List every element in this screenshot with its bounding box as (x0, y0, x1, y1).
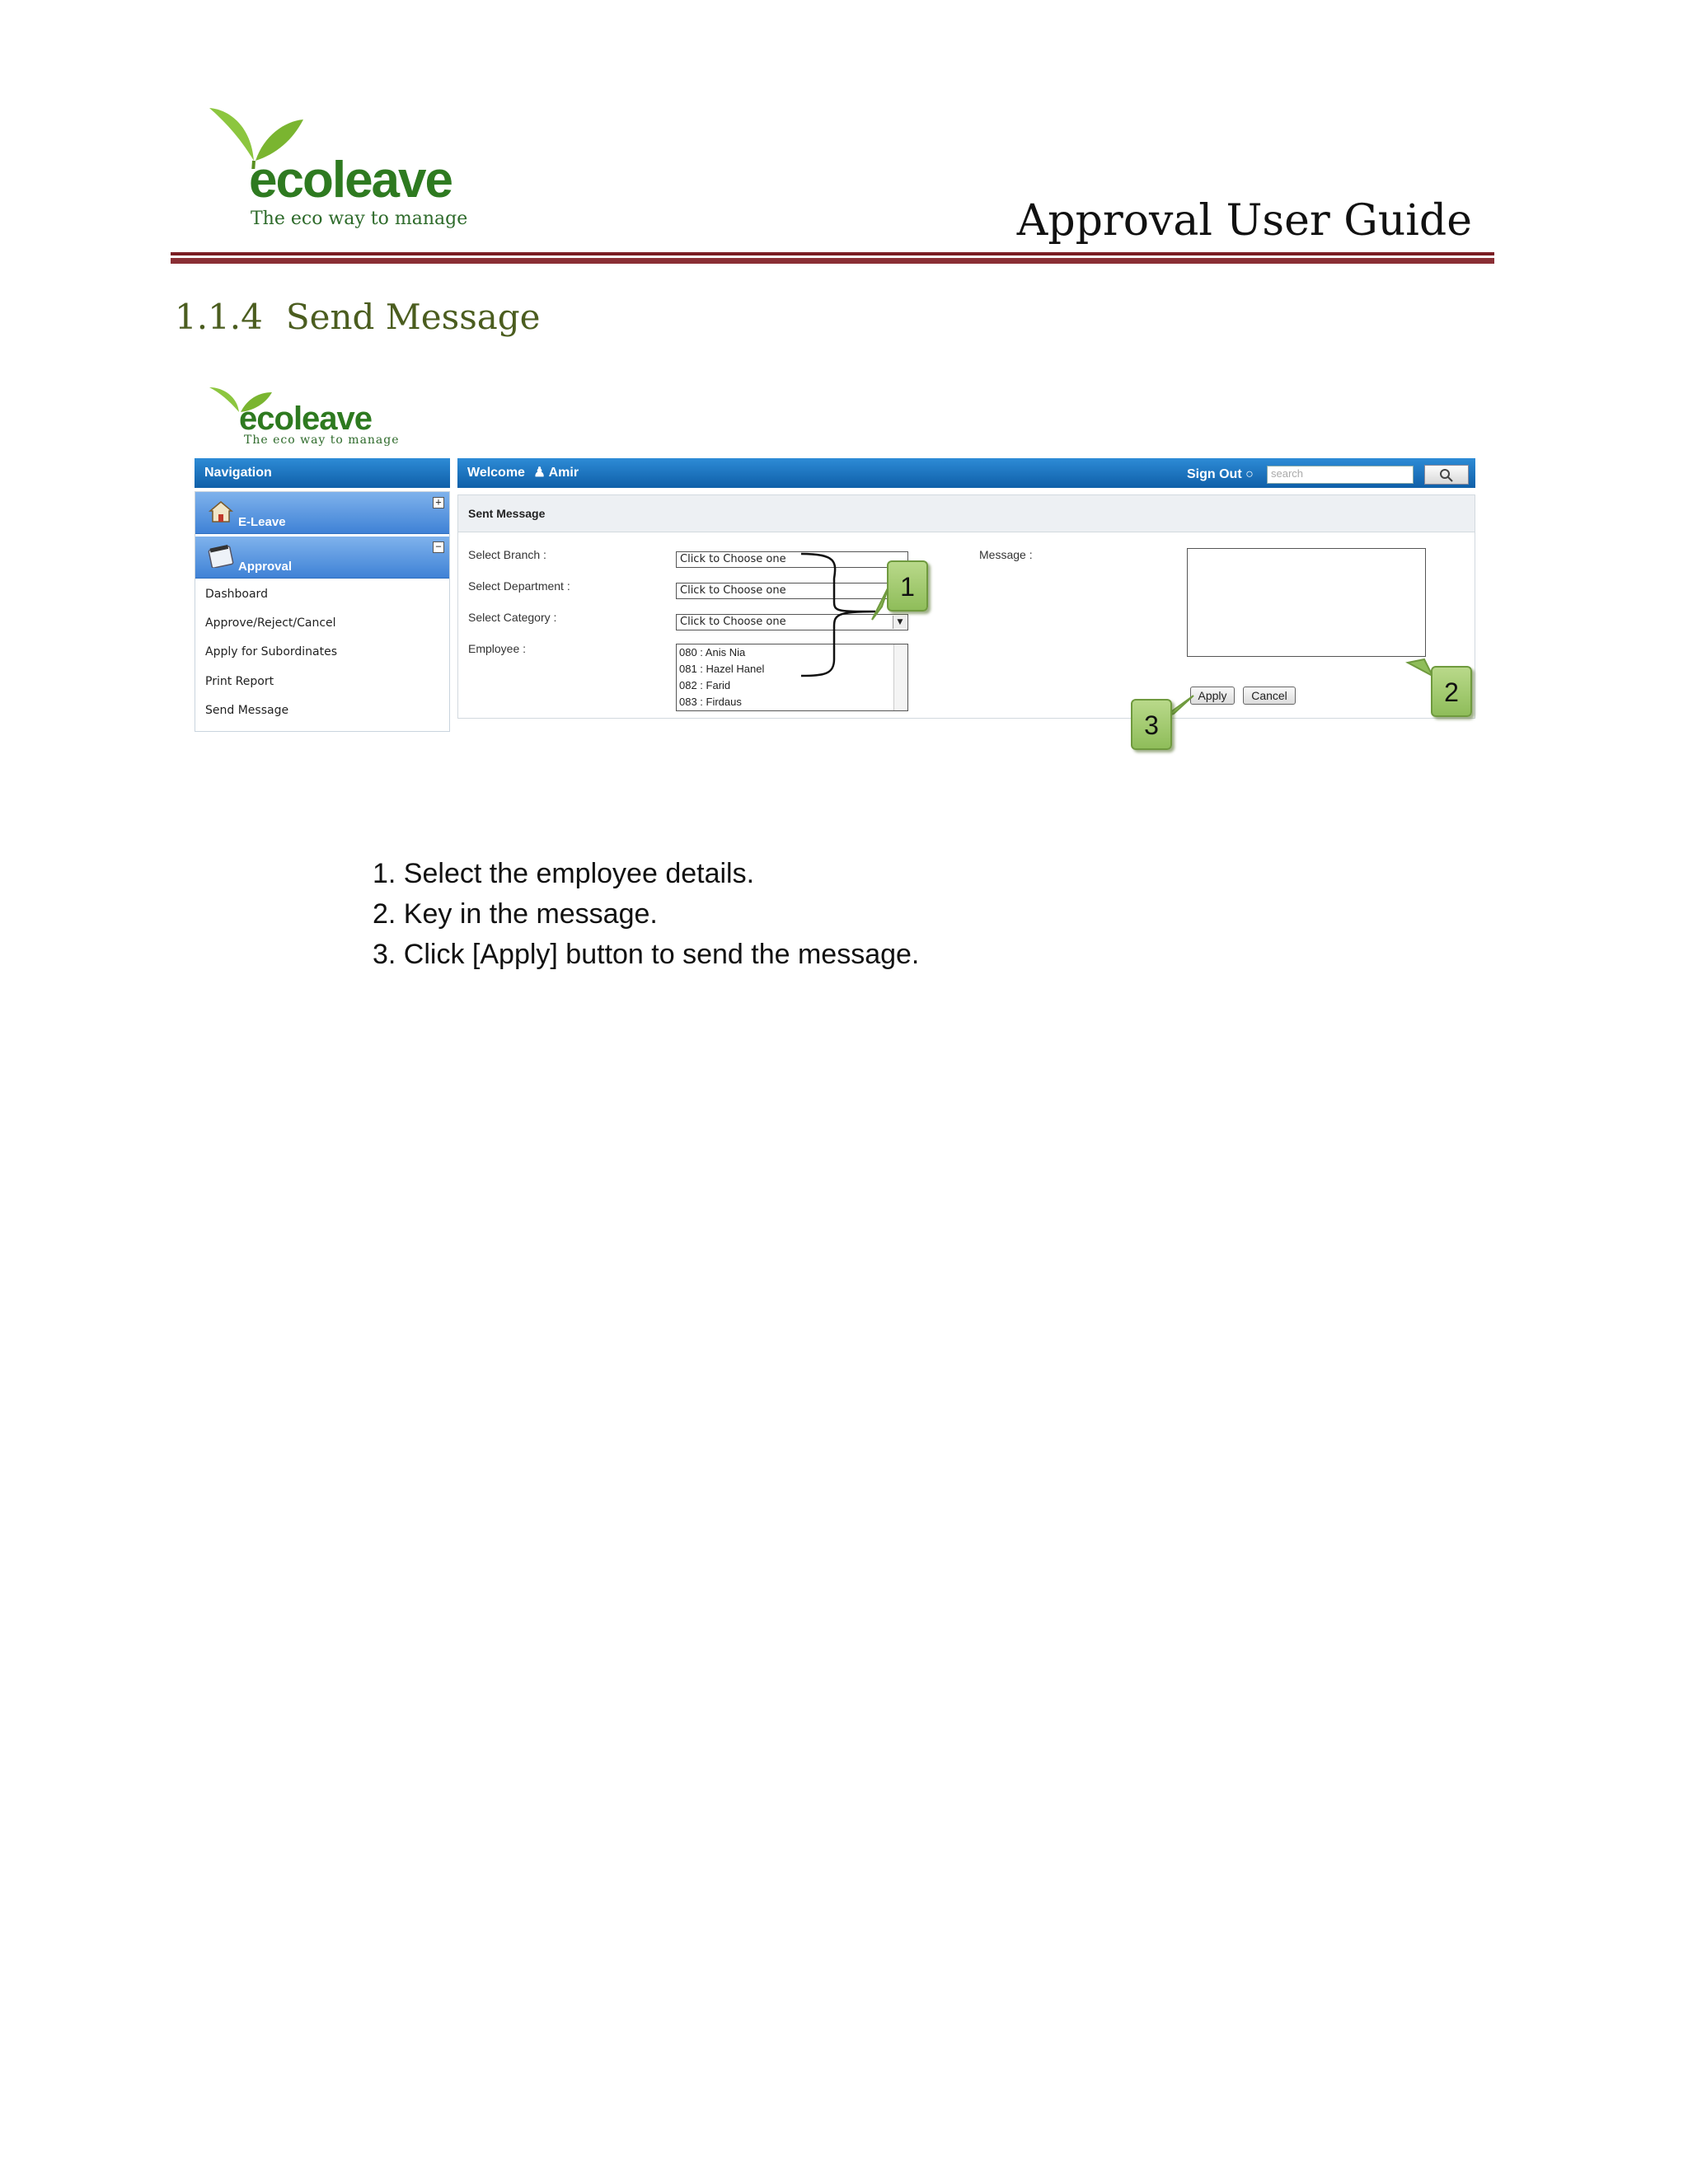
instruction-step: 1. Select the employee details. (373, 858, 755, 889)
instruction-step: 2. Key in the message. (373, 898, 658, 930)
callout-2: 2 (1431, 666, 1472, 717)
callout-1: 1 (887, 560, 928, 612)
instruction-step: 3. Click [Apply] button to send the mess… (373, 939, 920, 970)
callout-3: 3 (1131, 699, 1172, 750)
instruction-list: 1. Select the employee details. 2. Key i… (373, 854, 919, 975)
